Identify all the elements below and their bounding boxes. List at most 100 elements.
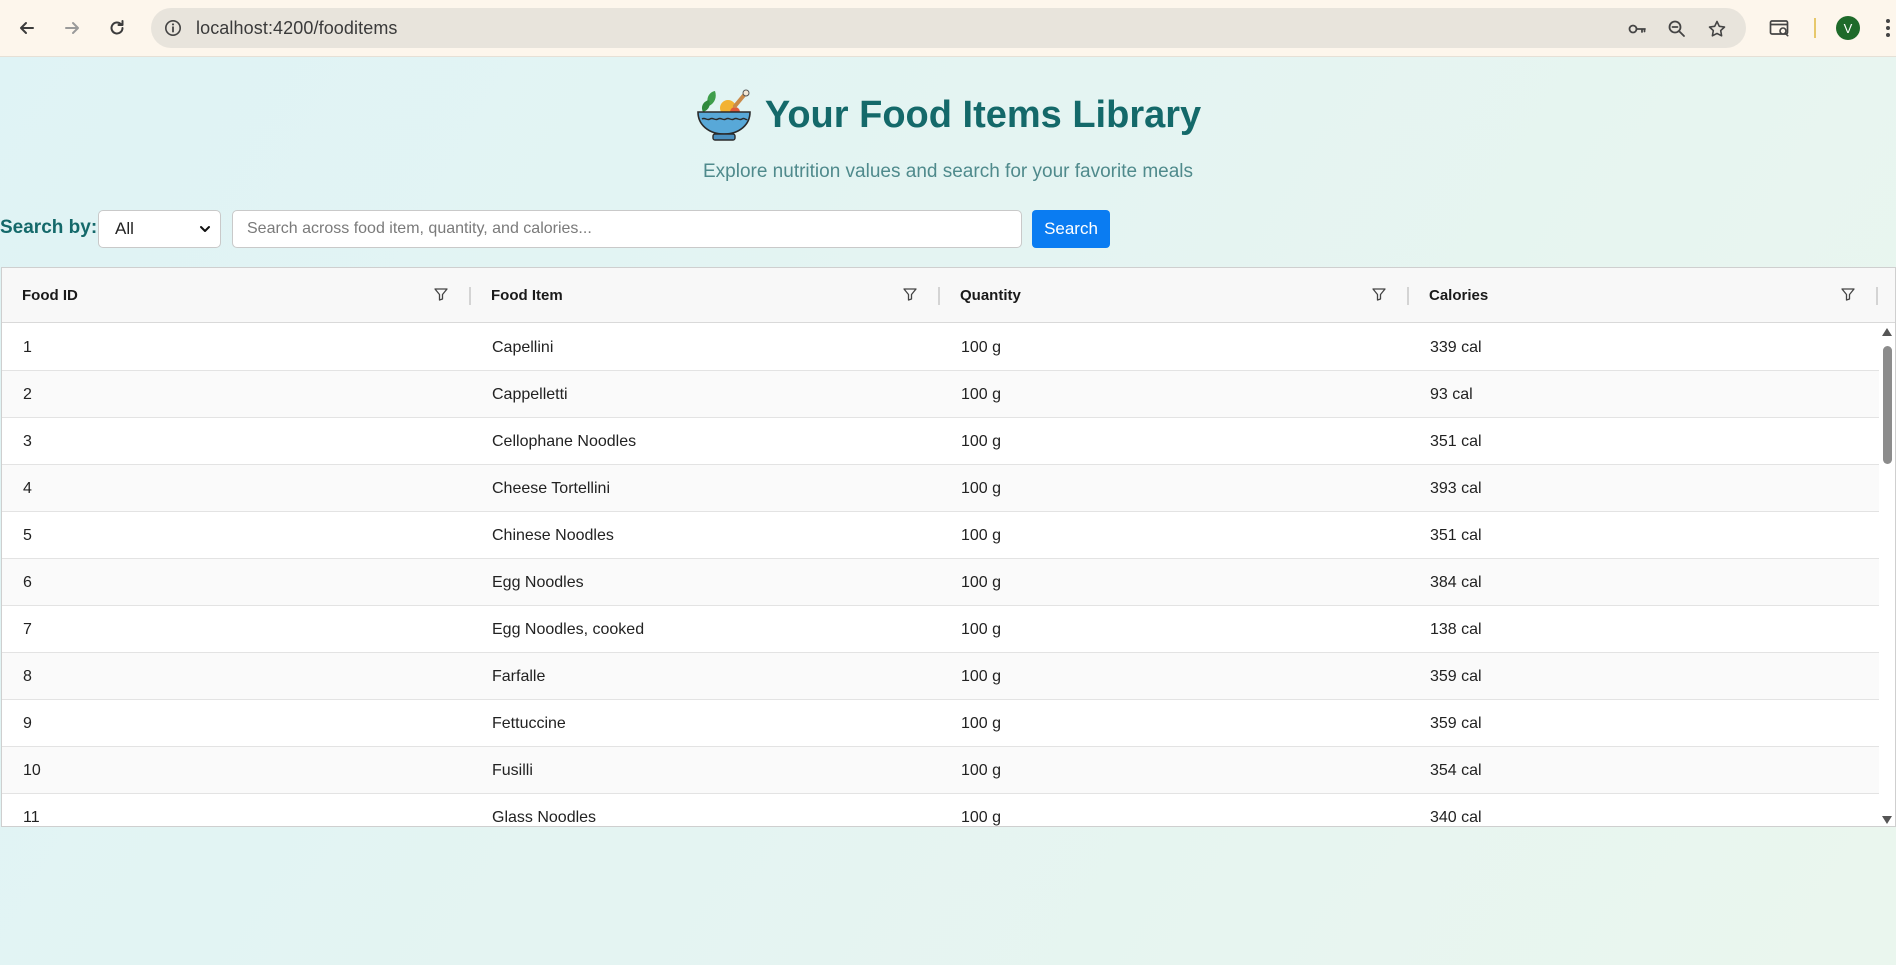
arrow-right-icon [65,22,79,34]
cell-food-item: Cellophane Noodles [492,433,637,450]
table-row[interactable]: 10 Fusilli 100 g 354 cal [2,747,1881,794]
filter-icon[interactable] [1840,286,1856,302]
cell-food-item: Cappelletti [492,386,568,403]
cell-quantity: 100 g [961,715,1002,732]
table-row[interactable]: 7 Egg Noodles, cooked 100 g 138 cal [2,606,1881,653]
address-bar[interactable]: localhost:4200/fooditems [151,8,1746,48]
cell-food-id: 3 [23,433,32,450]
table-row[interactable]: 9 Fettuccine 100 g 359 cal [2,700,1881,747]
page-header: Your Food Items Library Explore nutritio… [0,88,1896,183]
table-row[interactable]: 2 Cappelletti 100 g 93 cal [2,371,1881,418]
cell-food-id: 11 [23,809,40,826]
search-by-label: Search by: [0,217,98,238]
cell-quantity: 100 g [961,762,1002,779]
cell-food-id: 10 [23,762,41,779]
zoom-icon[interactable] [1664,16,1690,42]
column-header-label: Food ID [22,287,78,304]
cell-food-id: 2 [23,386,32,403]
browser-toolbar: localhost:4200/fooditems V [0,0,1896,57]
cell-calories: 393 cal [1430,480,1482,497]
cell-calories: 339 cal [1430,339,1482,356]
table-row[interactable]: 8 Farfalle 100 g 359 cal [2,653,1881,700]
cell-quantity: 100 g [961,809,1002,826]
scrollbar-thumb[interactable] [1883,346,1892,464]
table-row[interactable]: 4 Cheese Tortellini 100 g 393 cal [2,465,1881,512]
key-icon[interactable] [1624,16,1650,42]
cell-quantity: 100 g [961,574,1002,591]
cell-quantity: 100 g [961,621,1002,638]
table-row[interactable]: 6 Egg Noodles 100 g 384 cal [2,559,1881,606]
column-header-label: Calories [1429,287,1489,304]
scroll-down-arrow-icon[interactable] [1881,815,1893,825]
column-header-label: Food Item [491,287,563,304]
grid-scrollbar[interactable] [1879,324,1895,826]
cell-calories: 359 cal [1430,715,1482,732]
cell-food-id: 8 [23,668,32,685]
filter-icon[interactable] [1371,286,1387,302]
cell-food-item: Chinese Noodles [492,527,614,544]
search-input[interactable] [232,210,1022,248]
column-header-quantity[interactable]: Quantity [940,268,1409,323]
search-button[interactable]: Search [1032,210,1110,248]
back-button[interactable] [11,12,43,44]
profile-avatar[interactable]: V [1836,16,1860,40]
column-header-food-id[interactable]: Food ID [2,268,471,323]
reload-button[interactable] [101,12,133,44]
site-info-icon[interactable] [161,16,185,40]
table-row[interactable]: 1 Capellini 100 g 339 cal [2,324,1881,371]
page-title: Your Food Items Library [764,93,1202,136]
chevron-down-icon [200,226,210,232]
cell-calories: 384 cal [1430,574,1482,591]
reload-icon [110,20,124,35]
title-row: Your Food Items Library [695,88,1201,142]
tab-search-icon[interactable] [1764,12,1796,44]
cell-quantity: 100 g [961,339,1002,356]
cell-quantity: 100 g [961,386,1002,403]
cell-food-id: 7 [23,621,32,638]
cell-food-id: 4 [23,480,32,497]
cell-calories: 351 cal [1430,433,1482,450]
search-filter-select[interactable]: All [98,210,221,248]
page-subtitle: Explore nutrition values and search for … [702,161,1194,182]
cell-calories: 354 cal [1430,762,1482,779]
column-resize-handle[interactable] [1876,287,1878,305]
cell-food-item: Egg Noodles [492,574,584,591]
filter-icon[interactable] [902,286,918,302]
cell-food-item: Glass Noodles [492,809,597,826]
toolbar-divider [1814,18,1816,38]
table-row[interactable]: 11 Glass Noodles 100 g 340 cal [2,794,1881,826]
cell-calories: 351 cal [1430,527,1482,544]
grid-body: 1 Capellini 100 g 339 cal 2 Cappelletti 100 g… [2,324,1881,826]
column-header-label: Quantity [960,287,1021,304]
url-text: localhost:4200/fooditems [196,18,398,38]
cell-quantity: 100 g [961,433,1002,450]
cell-food-item: Fusilli [492,762,533,779]
search-filter-value: All [115,219,134,238]
table-row[interactable]: 3 Cellophane Noodles 100 g 351 cal [2,418,1881,465]
cell-quantity: 100 g [961,480,1002,497]
cell-food-item: Cheese Tortellini [492,480,610,497]
cell-calories: 340 cal [1430,809,1482,826]
cell-calories: 138 cal [1430,621,1482,638]
cell-food-item: Capellini [492,339,554,356]
filter-icon[interactable] [433,286,449,302]
cell-food-item: Fettuccine [492,715,566,732]
bookmark-star-icon[interactable] [1704,16,1730,42]
forward-button[interactable] [56,12,88,44]
cell-food-item: Farfalle [492,668,546,685]
cell-food-id: 5 [23,527,32,544]
column-header-calories[interactable]: Calories [1409,268,1878,323]
cell-food-item: Egg Noodles, cooked [492,621,645,638]
cell-calories: 93 cal [1430,386,1473,403]
cell-food-id: 9 [23,715,32,732]
food-items-grid: Food ID Food Item Quantity Calories 1 Cap… [1,267,1896,827]
arrow-left-icon [20,22,34,34]
more-menu-icon[interactable] [1880,14,1896,42]
cell-quantity: 100 g [961,668,1002,685]
table-row[interactable]: 5 Chinese Noodles 100 g 351 cal [2,512,1881,559]
cell-calories: 359 cal [1430,668,1482,685]
column-header-food-item[interactable]: Food Item [471,268,940,323]
scroll-up-arrow-icon[interactable] [1881,327,1893,337]
cell-food-id: 1 [23,339,32,356]
cell-quantity: 100 g [961,527,1002,544]
